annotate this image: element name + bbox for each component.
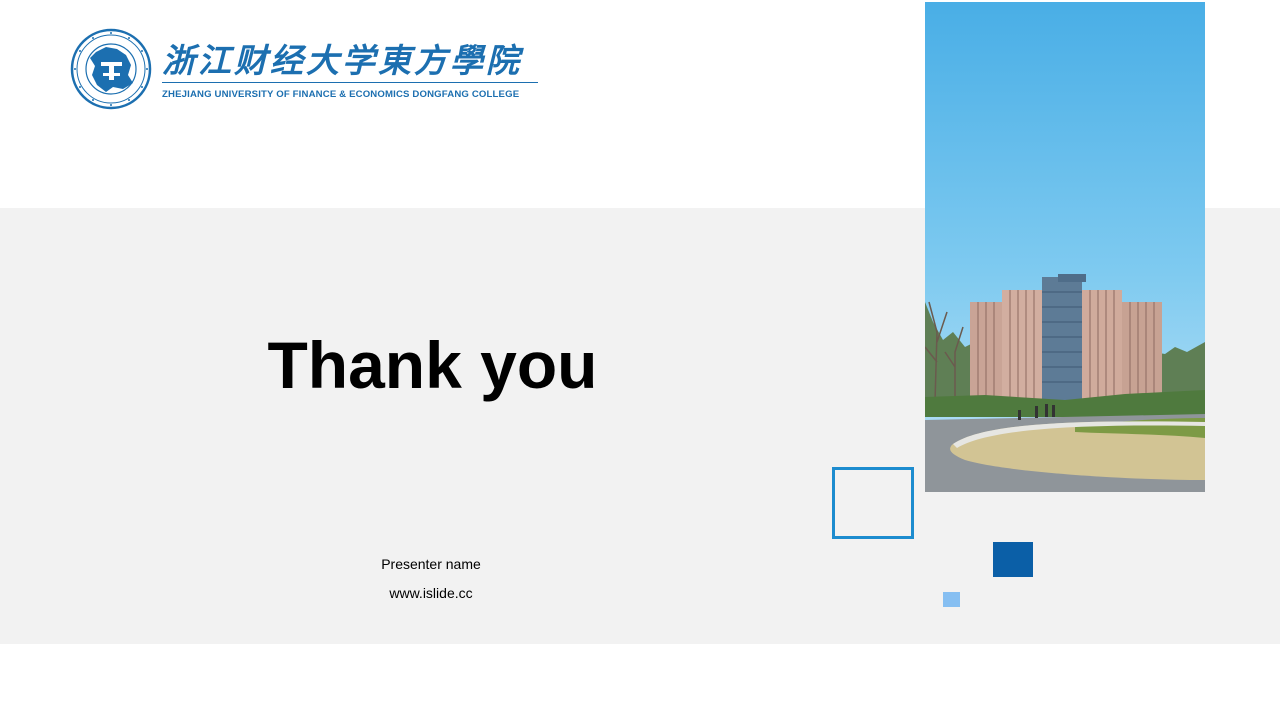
logo-divider [162,82,538,83]
outline-square-icon [832,467,914,539]
campus-building-photo [925,2,1205,492]
university-english-name: ZHEJIANG UNIVERSITY OF FINANCE & ECONOMI… [162,89,520,100]
university-seal-icon [70,28,152,110]
website-url: www.islide.cc [389,585,473,601]
presenter-name: Presenter name [381,556,481,572]
dark-square-icon [993,542,1033,577]
slide-title: Thank you [267,328,598,402]
university-logo: 浙江财经大学東方學院 ZHEJIANG UNIVERSITY OF FINANC… [70,28,540,110]
university-chinese-name: 浙江财经大学東方學院 [162,41,522,80]
slide: 浙江财经大学東方學院 ZHEJIANG UNIVERSITY OF FINANC… [0,0,1280,720]
light-square-icon [943,592,960,607]
